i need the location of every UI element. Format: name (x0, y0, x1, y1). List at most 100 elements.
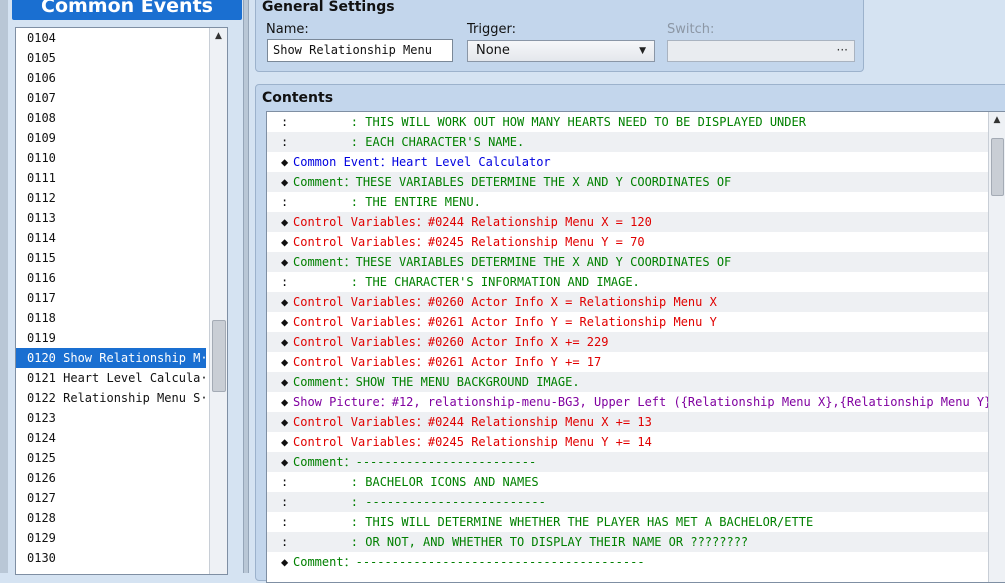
common-event-item-0127[interactable]: 0127 (16, 488, 206, 508)
command-text: : THIS WILL DETERMINE WHETHER THE PLAYER… (293, 512, 813, 532)
name-input[interactable]: Show Relationship Menu (267, 39, 453, 62)
command-separator: ： (415, 355, 428, 369)
common-event-item-0105[interactable]: 0105 (16, 48, 206, 68)
command-value: THESE VARIABLES DETERMINE THE X AND Y CO… (355, 255, 732, 269)
common-event-item-0130[interactable]: 0130 (16, 548, 206, 568)
diamond-icon: ◆ (281, 315, 289, 329)
command-row[interactable]: ◆ Control Variables：#0261 Actor Info Y +=… (267, 352, 988, 372)
command-row[interactable]: ◆ Control Variables：#0244 Relationship Me… (267, 412, 988, 432)
command-text: : EACH CHARACTER'S NAME. (293, 132, 524, 152)
command-text: Comment：SHOW THE MENU BACKGROUND IMAGE. (293, 372, 580, 392)
panel-splitter[interactable] (243, 0, 249, 573)
common-event-item-0117[interactable]: 0117 (16, 288, 206, 308)
common-event-item-0108[interactable]: 0108 (16, 108, 206, 128)
command-row[interactable]: ◆ Comment：-------------------------------… (267, 552, 988, 572)
command-row[interactable]: : : THE CHARACTER'S INFORMATION AND IMAG… (267, 272, 988, 292)
common-event-item-0114[interactable]: 0114 (16, 228, 206, 248)
command-row[interactable]: ◆ Comment：THESE VARIABLES DETERMINE THE X… (267, 252, 988, 272)
command-row[interactable]: : : EACH CHARACTER'S NAME. (267, 132, 988, 152)
command-row[interactable]: ◆ Show Picture：#12, relationship-menu-BG3… (267, 392, 988, 412)
command-row[interactable]: : : ------------------------- (267, 492, 988, 512)
command-separator: ： (415, 415, 428, 429)
command-value: #12, relationship-menu-BG3, Upper Left (… (391, 395, 988, 409)
common-event-item-0126[interactable]: 0126 (16, 468, 206, 488)
common-event-item-0106[interactable]: 0106 (16, 68, 206, 88)
diamond-icon: ◆ (281, 335, 289, 349)
command-value: #0244 Relationship Menu X += 13 (427, 415, 652, 429)
diamond-icon: ◆ (281, 395, 289, 409)
common-event-item-0122[interactable]: 0122 Relationship Menu S··· (16, 388, 206, 408)
event-command-list[interactable]: : : THIS WILL WORK OUT HOW MANY HEARTS N… (266, 111, 1005, 583)
name-label: Name: (266, 22, 309, 37)
command-separator: ： (343, 555, 356, 569)
contents-scrollbar[interactable]: ▲ (988, 112, 1005, 582)
command-row[interactable]: ◆ Comment：SHOW THE MENU BACKGROUND IMAGE. (267, 372, 988, 392)
command-row[interactable]: : : THIS WILL DETERMINE WHETHER THE PLAY… (267, 512, 988, 532)
command-row[interactable]: ◆ Control Variables：#0260 Actor Info X = … (267, 292, 988, 312)
command-text: Comment：THESE VARIABLES DETERMINE THE X … (293, 172, 731, 192)
scroll-up-icon[interactable]: ▲ (210, 28, 227, 45)
common-event-item-0111[interactable]: 0111 (16, 168, 206, 188)
common-event-item-0110[interactable]: 0110 (16, 148, 206, 168)
command-row[interactable]: : : THIS WILL WORK OUT HOW MANY HEARTS N… (267, 112, 988, 132)
scroll-up-icon[interactable]: ▲ (989, 112, 1005, 129)
common-event-item-0104[interactable]: 0104 (16, 28, 206, 48)
command-value: #0260 Actor Info X = Relationship Menu X (427, 295, 717, 309)
command-value: Heart Level Calculator (391, 155, 551, 169)
common-event-item-0109[interactable]: 0109 (16, 128, 206, 148)
command-text: : BACHELOR ICONS AND NAMES (293, 472, 539, 492)
command-value: : BACHELOR ICONS AND NAMES (293, 475, 539, 489)
command-row[interactable]: ◆ Control Variables：#0261 Actor Info Y = … (267, 312, 988, 332)
command-value: ------------------------- (355, 455, 537, 469)
common-events-panel: Common Events 0104 0105 0106 0107 0108 0109 01… (8, 0, 243, 575)
diamond-icon: ◆ (281, 415, 289, 429)
common-event-item-0124[interactable]: 0124 (16, 428, 206, 448)
command-text: Comment：------------------------- (293, 452, 536, 472)
command-row[interactable]: : : BACHELOR ICONS AND NAMES (267, 472, 988, 492)
command-value: THESE VARIABLES DETERMINE THE X AND Y CO… (355, 175, 732, 189)
command-separator: ： (379, 155, 392, 169)
common-event-item-0116[interactable]: 0116 (16, 268, 206, 288)
common-event-item-0115[interactable]: 0115 (16, 248, 206, 268)
diamond-icon: ◆ (281, 555, 289, 569)
common-event-item-0119[interactable]: 0119 (16, 328, 206, 348)
common-events-list[interactable]: 0104 0105 0106 0107 0108 0109 0110 0111 0112 0113… (15, 27, 228, 575)
chevron-down-icon: ▼ (639, 46, 646, 56)
command-kind: Control Variables (293, 235, 416, 249)
command-row[interactable]: ◆ Control Variables：#0260 Actor Info X +=… (267, 332, 988, 352)
diamond-icon: ◆ (281, 235, 289, 249)
common-event-item-0113[interactable]: 0113 (16, 208, 206, 228)
command-kind: Control Variables (293, 295, 416, 309)
command-value: ---------------------------------------- (355, 555, 645, 569)
scroll-thumb[interactable] (991, 138, 1004, 196)
trigger-select[interactable]: None ▼ (467, 40, 655, 62)
common-event-item-0121[interactable]: 0121 Heart Level Calcula··· (16, 368, 206, 388)
common-event-item-0112[interactable]: 0112 (16, 188, 206, 208)
command-value: : THIS WILL WORK OUT HOW MANY HEARTS NEE… (293, 115, 806, 129)
trigger-value: None (476, 43, 510, 58)
common-event-item-0123[interactable]: 0123 (16, 408, 206, 428)
common-event-item-0120[interactable]: 0120 Show Relationship M··· (16, 348, 206, 368)
command-kind: Control Variables (293, 435, 416, 449)
common-events-scrollbar[interactable]: ▲ (209, 28, 227, 574)
command-row[interactable]: ◆ Comment：------------------------- (267, 452, 988, 472)
command-row[interactable]: ◆ Common Event：Heart Level Calculator (267, 152, 988, 172)
command-row[interactable]: : : OR NOT, AND WHETHER TO DISPLAY THEIR… (267, 532, 988, 552)
command-separator: ： (343, 175, 356, 189)
common-event-item-0107[interactable]: 0107 (16, 88, 206, 108)
command-value: #0245 Relationship Menu Y += 14 (427, 435, 652, 449)
command-value: #0244 Relationship Menu X = 120 (427, 215, 652, 229)
common-event-item-0128[interactable]: 0128 (16, 508, 206, 528)
command-row[interactable]: ◆ Control Variables：#0244 Relationship Me… (267, 212, 988, 232)
common-event-item-0125[interactable]: 0125 (16, 448, 206, 468)
command-row[interactable]: : : THE ENTIRE MENU. (267, 192, 988, 212)
command-kind: Control Variables (293, 355, 416, 369)
command-separator: ： (415, 215, 428, 229)
scroll-thumb[interactable] (212, 320, 226, 392)
command-row[interactable]: ◆ Control Variables：#0245 Relationship Me… (267, 432, 988, 452)
command-row[interactable]: ◆ Control Variables：#0245 Relationship Me… (267, 232, 988, 252)
common-event-item-0118[interactable]: 0118 (16, 308, 206, 328)
command-row[interactable]: ◆ Comment：THESE VARIABLES DETERMINE THE X… (267, 172, 988, 192)
diamond-icon: ◆ (281, 435, 289, 449)
common-event-item-0129[interactable]: 0129 (16, 528, 206, 548)
